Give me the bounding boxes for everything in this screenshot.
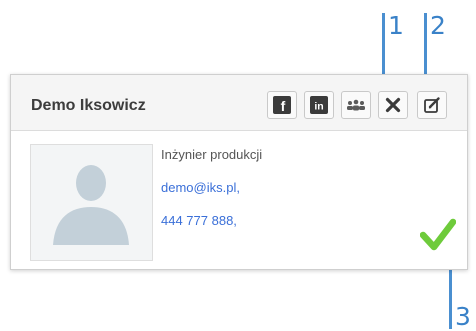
callout-number-2: 2: [430, 11, 446, 40]
card-header: Demo Iksowicz f in: [11, 75, 467, 131]
contact-card: Demo Iksowicz f in Inżynier produkcji de…: [10, 74, 468, 270]
avatar-placeholder-icon: [53, 165, 129, 245]
email-link[interactable]: demo@iks.pl,: [161, 180, 240, 195]
contact-name: Demo Iksowicz: [31, 97, 146, 114]
group-button[interactable]: [341, 91, 371, 119]
facebook-icon: f: [273, 96, 291, 114]
job-title: Inżynier produkcji: [161, 147, 263, 162]
linkedin-glyph: in: [314, 101, 323, 113]
avatar: [30, 144, 153, 261]
linkedin-button[interactable]: in: [304, 91, 334, 119]
callout-number-1: 1: [388, 11, 404, 40]
group-icon: [347, 99, 365, 111]
linkedin-icon: in: [310, 96, 328, 114]
facebook-glyph: f: [281, 98, 286, 114]
edit-button[interactable]: [417, 91, 447, 119]
phone-link[interactable]: 444 777 888,: [161, 213, 237, 228]
checkmark-icon[interactable]: [420, 218, 456, 252]
close-icon: [385, 97, 401, 113]
remove-button[interactable]: [378, 91, 408, 119]
facebook-button[interactable]: f: [267, 91, 297, 119]
callout-number-3: 3: [455, 302, 471, 331]
edit-icon: [424, 97, 440, 113]
